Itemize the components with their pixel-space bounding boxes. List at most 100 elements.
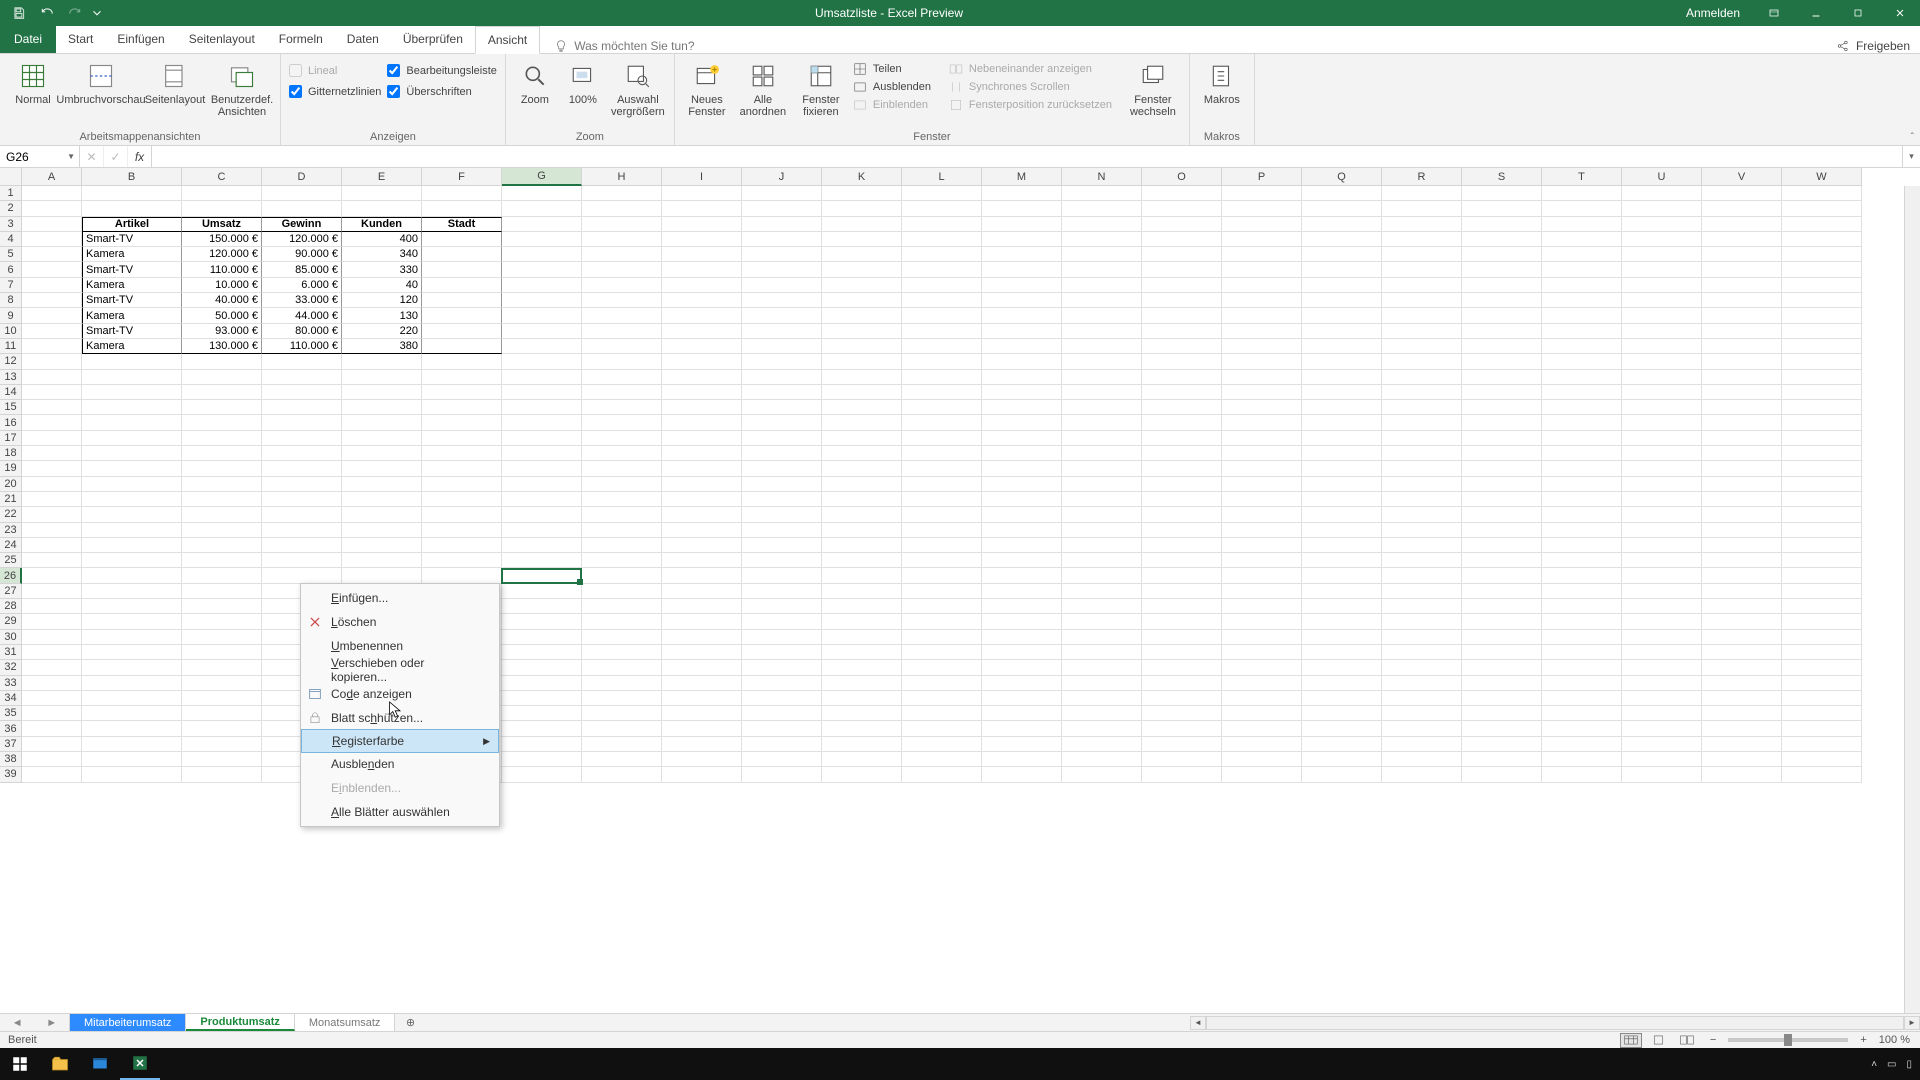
cell-M34[interactable] <box>982 691 1062 706</box>
cell-U14[interactable] <box>1622 385 1702 400</box>
cell-Q38[interactable] <box>1302 752 1382 767</box>
cell-M5[interactable] <box>982 247 1062 262</box>
cell-V12[interactable] <box>1702 354 1782 369</box>
cell-G38[interactable] <box>502 752 582 767</box>
ctx-protect-sheet[interactable]: Blatt schhützen... <box>301 706 499 730</box>
cell-P13[interactable] <box>1222 370 1302 385</box>
col-header-C[interactable]: C <box>182 168 262 186</box>
cell-K10[interactable] <box>822 324 902 339</box>
cell-T35[interactable] <box>1542 706 1622 721</box>
cell-U21[interactable] <box>1622 492 1702 507</box>
cell-V4[interactable] <box>1702 232 1782 247</box>
cell-W37[interactable] <box>1782 737 1862 752</box>
cell-Q20[interactable] <box>1302 477 1382 492</box>
cell-K18[interactable] <box>822 446 902 461</box>
cell-P19[interactable] <box>1222 461 1302 476</box>
tab-daten[interactable]: Daten <box>335 25 391 53</box>
cell-U19[interactable] <box>1622 461 1702 476</box>
cell-C15[interactable] <box>182 400 262 415</box>
cell-C13[interactable] <box>182 370 262 385</box>
cell-V22[interactable] <box>1702 507 1782 522</box>
cell-V35[interactable] <box>1702 706 1782 721</box>
cell-S34[interactable] <box>1462 691 1542 706</box>
cell-A17[interactable] <box>22 431 82 446</box>
cell-P7[interactable] <box>1222 278 1302 293</box>
row-header-17[interactable]: 17 <box>0 431 22 446</box>
cell-K36[interactable] <box>822 721 902 736</box>
cell-K27[interactable] <box>822 584 902 599</box>
cell-W3[interactable] <box>1782 217 1862 232</box>
chk-ueberschriften[interactable]: Überschriften <box>387 85 497 98</box>
cell-H29[interactable] <box>582 614 662 629</box>
cell-K35[interactable] <box>822 706 902 721</box>
cell-C34[interactable] <box>182 691 262 706</box>
cell-U11[interactable] <box>1622 339 1702 354</box>
tab-start[interactable]: Start <box>56 25 105 53</box>
cell-S26[interactable] <box>1462 568 1542 583</box>
cell-M24[interactable] <box>982 538 1062 553</box>
cell-F26[interactable] <box>422 568 502 583</box>
cell-G8[interactable] <box>502 293 582 308</box>
row-headers[interactable]: 1234567891011121314151617181920212223242… <box>0 186 22 783</box>
cell-Q34[interactable] <box>1302 691 1382 706</box>
cell-S12[interactable] <box>1462 354 1542 369</box>
tab-einfuegen[interactable]: Einfügen <box>105 25 176 53</box>
cell-V39[interactable] <box>1702 767 1782 782</box>
cell-K26[interactable] <box>822 568 902 583</box>
cell-R34[interactable] <box>1382 691 1462 706</box>
cell-H14[interactable] <box>582 385 662 400</box>
cell-U12[interactable] <box>1622 354 1702 369</box>
cell-V21[interactable] <box>1702 492 1782 507</box>
cell-C36[interactable] <box>182 721 262 736</box>
cell-U34[interactable] <box>1622 691 1702 706</box>
cell-I37[interactable] <box>662 737 742 752</box>
row-header-27[interactable]: 27 <box>0 584 22 599</box>
new-window-button[interactable]: Neues Fenster <box>683 58 731 118</box>
cell-M35[interactable] <box>982 706 1062 721</box>
cell-J32[interactable] <box>742 660 822 675</box>
cell-V16[interactable] <box>1702 415 1782 430</box>
cell-L14[interactable] <box>902 385 982 400</box>
cell-B15[interactable] <box>82 400 182 415</box>
cell-J10[interactable] <box>742 324 822 339</box>
cell-S4[interactable] <box>1462 232 1542 247</box>
cell-R27[interactable] <box>1382 584 1462 599</box>
cell-S28[interactable] <box>1462 599 1542 614</box>
cell-C33[interactable] <box>182 676 262 691</box>
cell-G26[interactable] <box>502 568 582 583</box>
cell-R25[interactable] <box>1382 553 1462 568</box>
cell-J3[interactable] <box>742 217 822 232</box>
cell-G27[interactable] <box>502 584 582 599</box>
cell-I33[interactable] <box>662 676 742 691</box>
cell-E18[interactable] <box>342 446 422 461</box>
select-all-cell[interactable] <box>0 168 22 186</box>
cell-N15[interactable] <box>1062 400 1142 415</box>
cell-L19[interactable] <box>902 461 982 476</box>
cell-A26[interactable] <box>22 568 82 583</box>
row-header-1[interactable]: 1 <box>0 186 22 201</box>
cell-C1[interactable] <box>182 186 262 201</box>
view-pagebreak-statusbtn[interactable] <box>1676 1033 1698 1048</box>
cell-W5[interactable] <box>1782 247 1862 262</box>
cell-G35[interactable] <box>502 706 582 721</box>
cell-W21[interactable] <box>1782 492 1862 507</box>
zoom-selection-button[interactable]: Auswahl vergrößern <box>610 58 666 118</box>
cell-H37[interactable] <box>582 737 662 752</box>
cell-L4[interactable] <box>902 232 982 247</box>
cell-T14[interactable] <box>1542 385 1622 400</box>
cell-M10[interactable] <box>982 324 1062 339</box>
cell-O21[interactable] <box>1142 492 1222 507</box>
cell-G15[interactable] <box>502 400 582 415</box>
cell-K2[interactable] <box>822 201 902 216</box>
cell-T3[interactable] <box>1542 217 1622 232</box>
cell-I9[interactable] <box>662 308 742 323</box>
cell-R18[interactable] <box>1382 446 1462 461</box>
cell-T15[interactable] <box>1542 400 1622 415</box>
cell-V5[interactable] <box>1702 247 1782 262</box>
cell-I25[interactable] <box>662 553 742 568</box>
cell-W4[interactable] <box>1782 232 1862 247</box>
sheet-tab-produktumsatz[interactable]: Produktumsatz <box>186 1014 294 1031</box>
cell-B19[interactable] <box>82 461 182 476</box>
cell-G25[interactable] <box>502 553 582 568</box>
cell-P22[interactable] <box>1222 507 1302 522</box>
